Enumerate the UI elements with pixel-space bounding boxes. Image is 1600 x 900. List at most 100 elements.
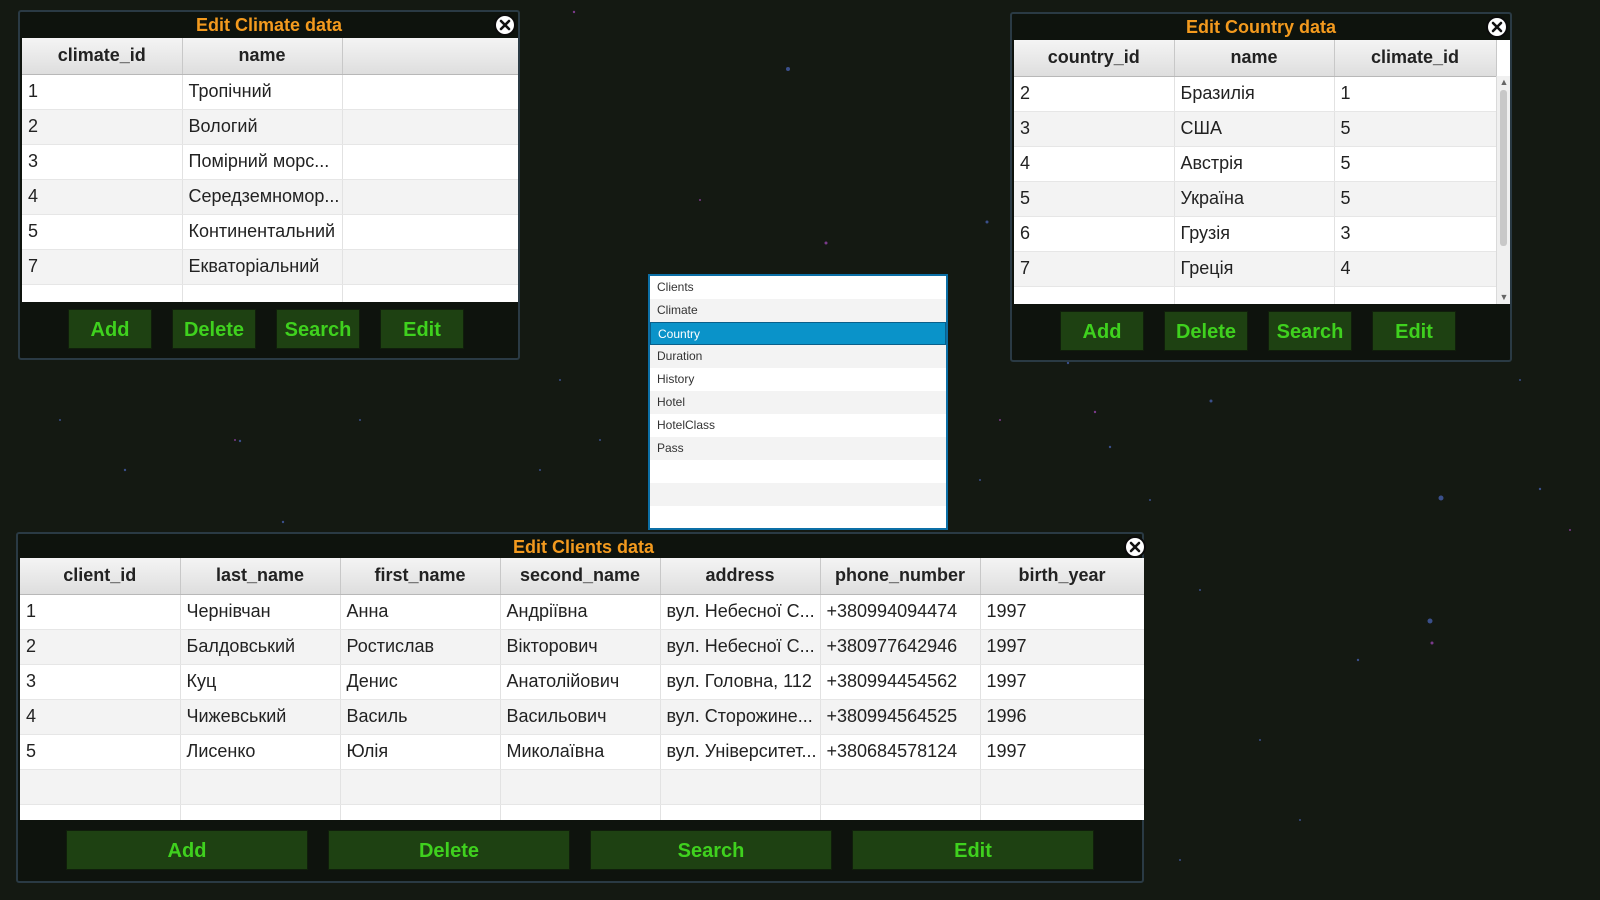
table-cell[interactable]: вул. Університет... [660, 734, 821, 770]
table-cell[interactable] [342, 249, 518, 285]
table-cell[interactable]: 2 [20, 629, 181, 665]
table-cell[interactable]: 3 [1014, 111, 1175, 147]
table-cell[interactable]: Грузія [1174, 216, 1335, 252]
table-cell[interactable]: 3 [22, 144, 183, 180]
list-item-clients[interactable]: Clients [650, 276, 946, 299]
table-row[interactable]: 7 Греція 4 [1014, 251, 1497, 287]
table-row[interactable]: 4 Австрія 5 [1014, 146, 1497, 182]
table-cell[interactable]: Австрія [1174, 146, 1335, 182]
table-cell[interactable]: США [1174, 111, 1335, 147]
table-row[interactable]: 1 Тропічний [22, 74, 518, 110]
table-cell[interactable]: Андріївна [500, 594, 661, 630]
climate-table[interactable]: climate_id name 1 Тропічний 2 Вологий 3 [22, 38, 518, 302]
close-icon[interactable] [1486, 16, 1508, 38]
country-table[interactable]: country_id name climate_id 2 Бразилія 1 … [1014, 40, 1510, 304]
edit-button[interactable]: Edit [852, 830, 1094, 870]
table-row[interactable]: 7 Екваторіальний [22, 249, 518, 285]
table-row[interactable]: 3 Куц Денис Анатолійович вул. Головна, 1… [20, 664, 1144, 700]
table-cell[interactable]: 4 [20, 699, 181, 735]
column-header[interactable]: climate_id [1334, 40, 1497, 77]
table-cell[interactable]: вул. Небесної С... [660, 594, 821, 630]
table-cell[interactable]: Юлія [340, 734, 501, 770]
close-icon[interactable] [494, 14, 516, 36]
table-cell[interactable]: 3 [20, 664, 181, 700]
table-cell[interactable]: 1 [22, 74, 183, 110]
table-cell[interactable]: Денис [340, 664, 501, 700]
search-button[interactable]: Search [590, 830, 832, 870]
scroll-up-icon[interactable]: ▲ [1499, 77, 1509, 87]
column-header[interactable]: country_id [1014, 40, 1175, 77]
table-cell[interactable]: Лисенко [180, 734, 341, 770]
scrollbar-thumb[interactable] [1500, 90, 1507, 246]
list-item-hotel[interactable]: Hotel [650, 391, 946, 414]
vertical-scrollbar[interactable]: ▲ ▼ [1496, 76, 1510, 304]
table-cell[interactable]: 1997 [980, 664, 1144, 700]
delete-button[interactable]: Delete [172, 309, 256, 349]
table-cell[interactable]: 5 [22, 214, 183, 250]
table-row[interactable]: 5 Континентальний [22, 214, 518, 250]
table-cell[interactable]: 5 [1014, 181, 1175, 217]
list-item-history[interactable]: History [650, 368, 946, 391]
table-cell[interactable] [342, 214, 518, 250]
table-selector-list[interactable]: Clients Climate Country Duration History… [648, 274, 948, 530]
list-item-hotelclass[interactable]: HotelClass [650, 414, 946, 437]
search-button[interactable]: Search [1268, 311, 1352, 351]
table-cell[interactable]: Тропічний [182, 74, 343, 110]
table-cell[interactable]: вул. Небесної С... [660, 629, 821, 665]
table-cell[interactable]: 1997 [980, 734, 1144, 770]
column-header[interactable]: birth_year [980, 558, 1144, 595]
column-header[interactable] [342, 38, 518, 75]
table-cell[interactable]: Ростислав [340, 629, 501, 665]
clients-table[interactable]: client_id last_name first_name second_na… [20, 558, 1144, 820]
add-button[interactable]: Add [66, 830, 308, 870]
list-item-country[interactable]: Country [650, 322, 946, 345]
table-cell[interactable]: 5 [1334, 146, 1497, 182]
table-cell[interactable]: +380684578124 [820, 734, 981, 770]
table-cell[interactable]: 2 [1014, 76, 1175, 112]
table-row[interactable]: 3 Помірний морс... [22, 144, 518, 180]
table-cell[interactable]: +380994094474 [820, 594, 981, 630]
table-cell[interactable]: Анатолійович [500, 664, 661, 700]
table-cell[interactable]: 1996 [980, 699, 1144, 735]
table-cell[interactable]: 5 [1334, 181, 1497, 217]
table-cell[interactable] [342, 109, 518, 145]
column-header[interactable]: name [1174, 40, 1335, 77]
table-cell[interactable]: Чижевський [180, 699, 341, 735]
column-header[interactable]: name [182, 38, 343, 75]
table-cell[interactable]: 5 [20, 734, 181, 770]
table-cell[interactable]: 4 [1014, 146, 1175, 182]
table-cell[interactable]: Анна [340, 594, 501, 630]
table-row[interactable]: 5 Україна 5 [1014, 181, 1497, 217]
table-cell[interactable] [342, 144, 518, 180]
column-header[interactable]: second_name [500, 558, 661, 595]
table-cell[interactable] [342, 74, 518, 110]
list-item-climate[interactable]: Climate [650, 299, 946, 322]
table-cell[interactable]: 5 [1334, 111, 1497, 147]
table-row[interactable]: 5 Лисенко Юлія Миколаївна вул. Університ… [20, 734, 1144, 770]
table-row[interactable]: 4 Чижевський Василь Васильович вул. Стор… [20, 699, 1144, 735]
column-header[interactable]: address [660, 558, 821, 595]
column-header[interactable]: first_name [340, 558, 501, 595]
table-cell[interactable]: Вікторович [500, 629, 661, 665]
search-button[interactable]: Search [276, 309, 360, 349]
table-cell[interactable]: Миколаївна [500, 734, 661, 770]
table-cell[interactable]: 4 [22, 179, 183, 215]
table-cell[interactable]: Греція [1174, 251, 1335, 287]
column-header[interactable]: phone_number [820, 558, 981, 595]
table-cell[interactable]: +380977642946 [820, 629, 981, 665]
table-row[interactable]: 4 Середземномор... [22, 179, 518, 215]
table-row[interactable]: 6 Грузія 3 [1014, 216, 1497, 252]
delete-button[interactable]: Delete [1164, 311, 1248, 351]
scroll-down-icon[interactable]: ▼ [1499, 292, 1509, 302]
table-cell[interactable]: Вологий [182, 109, 343, 145]
table-cell[interactable]: Куц [180, 664, 341, 700]
add-button[interactable]: Add [68, 309, 152, 349]
table-cell[interactable]: Василь [340, 699, 501, 735]
add-button[interactable]: Add [1060, 311, 1144, 351]
table-cell[interactable]: Україна [1174, 181, 1335, 217]
table-cell[interactable]: 1997 [980, 629, 1144, 665]
column-header[interactable]: climate_id [22, 38, 183, 75]
table-cell[interactable]: +380994454562 [820, 664, 981, 700]
edit-button[interactable]: Edit [1372, 311, 1456, 351]
table-cell[interactable]: вул. Сторожине... [660, 699, 821, 735]
